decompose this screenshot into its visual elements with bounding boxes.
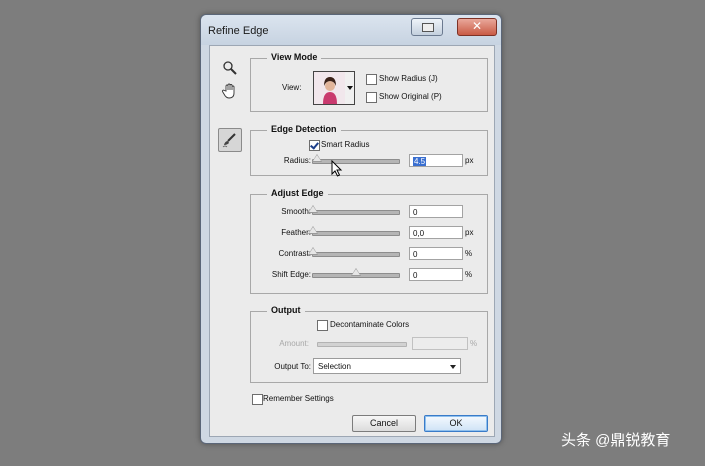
adjust-edge-group: Adjust Edge Smooth: 0 Feather: 0,0 px Co… <box>250 188 488 294</box>
view-label: View: <box>282 83 302 92</box>
amount-unit: % <box>470 339 478 348</box>
amount-input <box>412 337 468 350</box>
output-title: Output <box>267 305 305 315</box>
contrast-input[interactable]: 0 <box>409 247 463 260</box>
edge-detection-title: Edge Detection <box>267 124 341 134</box>
show-radius-checkbox[interactable] <box>366 74 377 85</box>
radius-input[interactable]: 4.5 <box>409 154 463 167</box>
smooth-slider-thumb[interactable] <box>308 205 318 213</box>
amount-label: Amount: <box>279 339 309 348</box>
show-original-label: Show Original (P) <box>379 92 442 101</box>
hand-tool-icon[interactable] <box>221 82 243 104</box>
show-original-checkbox[interactable] <box>366 92 377 103</box>
shift-edge-input[interactable]: 0 <box>409 268 463 281</box>
view-thumbnail[interactable] <box>313 71 347 105</box>
remember-settings-label: Remember Settings <box>263 394 334 403</box>
feather-input[interactable]: 0,0 <box>409 226 463 239</box>
amount-slider <box>317 342 407 347</box>
contrast-slider-thumb[interactable] <box>308 247 318 255</box>
feather-slider[interactable] <box>308 226 400 236</box>
chevron-down-icon <box>450 365 456 369</box>
output-to-label: Output To: <box>274 362 311 371</box>
refine-edge-dialog: Refine Edge ✕ View Mode View: Show Radiu… <box>200 14 502 444</box>
edge-detection-group: Edge Detection Smart Radius Radius: 4.5 … <box>250 124 488 177</box>
title-bar[interactable]: Refine Edge ✕ <box>201 15 501 45</box>
dialog-title: Refine Edge <box>208 25 269 37</box>
smart-radius-checkbox[interactable] <box>309 140 320 151</box>
portrait-thumbnail-image <box>314 72 346 104</box>
radius-unit: px <box>465 156 474 165</box>
output-group: Output Decontaminate Colors Amount: % Ou… <box>250 305 488 383</box>
view-mode-group: View Mode View: Show Radius (J) Show Ori… <box>250 52 488 112</box>
dialog-body: View Mode View: Show Radius (J) Show Ori… <box>209 45 495 437</box>
contrast-label: Contrast: <box>278 249 311 258</box>
output-to-value: Selection <box>318 362 351 371</box>
output-to-select[interactable]: Selection <box>313 358 461 374</box>
shift-edge-label: Shift Edge: <box>271 270 311 279</box>
mouse-cursor-icon <box>331 160 343 177</box>
zoom-tool-icon[interactable] <box>222 60 244 82</box>
remember-settings-checkbox[interactable] <box>252 394 263 405</box>
close-button[interactable]: ✕ <box>457 18 497 36</box>
radius-slider[interactable] <box>311 154 400 164</box>
refine-radius-brush-icon[interactable] <box>218 128 242 152</box>
smooth-label: Smooth: <box>281 207 311 216</box>
radius-label: Radius: <box>283 156 311 165</box>
contrast-slider[interactable] <box>308 247 400 257</box>
shift-edge-unit: % <box>465 270 473 279</box>
shift-edge-slider-thumb[interactable] <box>351 268 361 276</box>
smooth-slider[interactable] <box>308 205 400 215</box>
decontaminate-label: Decontaminate Colors <box>330 320 410 329</box>
radius-value-selected: 4.5 <box>413 157 427 166</box>
window-mode-icon <box>422 23 434 32</box>
feather-unit: px <box>465 228 474 237</box>
decontaminate-checkbox[interactable] <box>317 320 328 331</box>
close-icon: ✕ <box>471 19 483 33</box>
shift-edge-slider[interactable] <box>312 268 400 278</box>
contrast-unit: % <box>465 249 473 258</box>
cancel-button[interactable]: Cancel <box>352 415 416 432</box>
smart-radius-label: Smart Radius <box>321 140 370 149</box>
adjust-edge-title: Adjust Edge <box>267 188 328 198</box>
watermark-text: 头条 @鼎锐教育 <box>561 432 671 449</box>
window-mode-button[interactable] <box>411 18 443 36</box>
show-radius-label: Show Radius (J) <box>379 74 438 83</box>
view-mode-title: View Mode <box>267 52 322 62</box>
feather-label: Feather: <box>281 228 311 237</box>
chevron-down-icon <box>347 86 353 90</box>
view-dropdown-button[interactable] <box>345 71 355 105</box>
ok-button[interactable]: OK <box>424 415 488 432</box>
radius-slider-thumb[interactable] <box>311 154 322 162</box>
feather-slider-thumb[interactable] <box>308 226 318 234</box>
smooth-input[interactable]: 0 <box>409 205 463 218</box>
